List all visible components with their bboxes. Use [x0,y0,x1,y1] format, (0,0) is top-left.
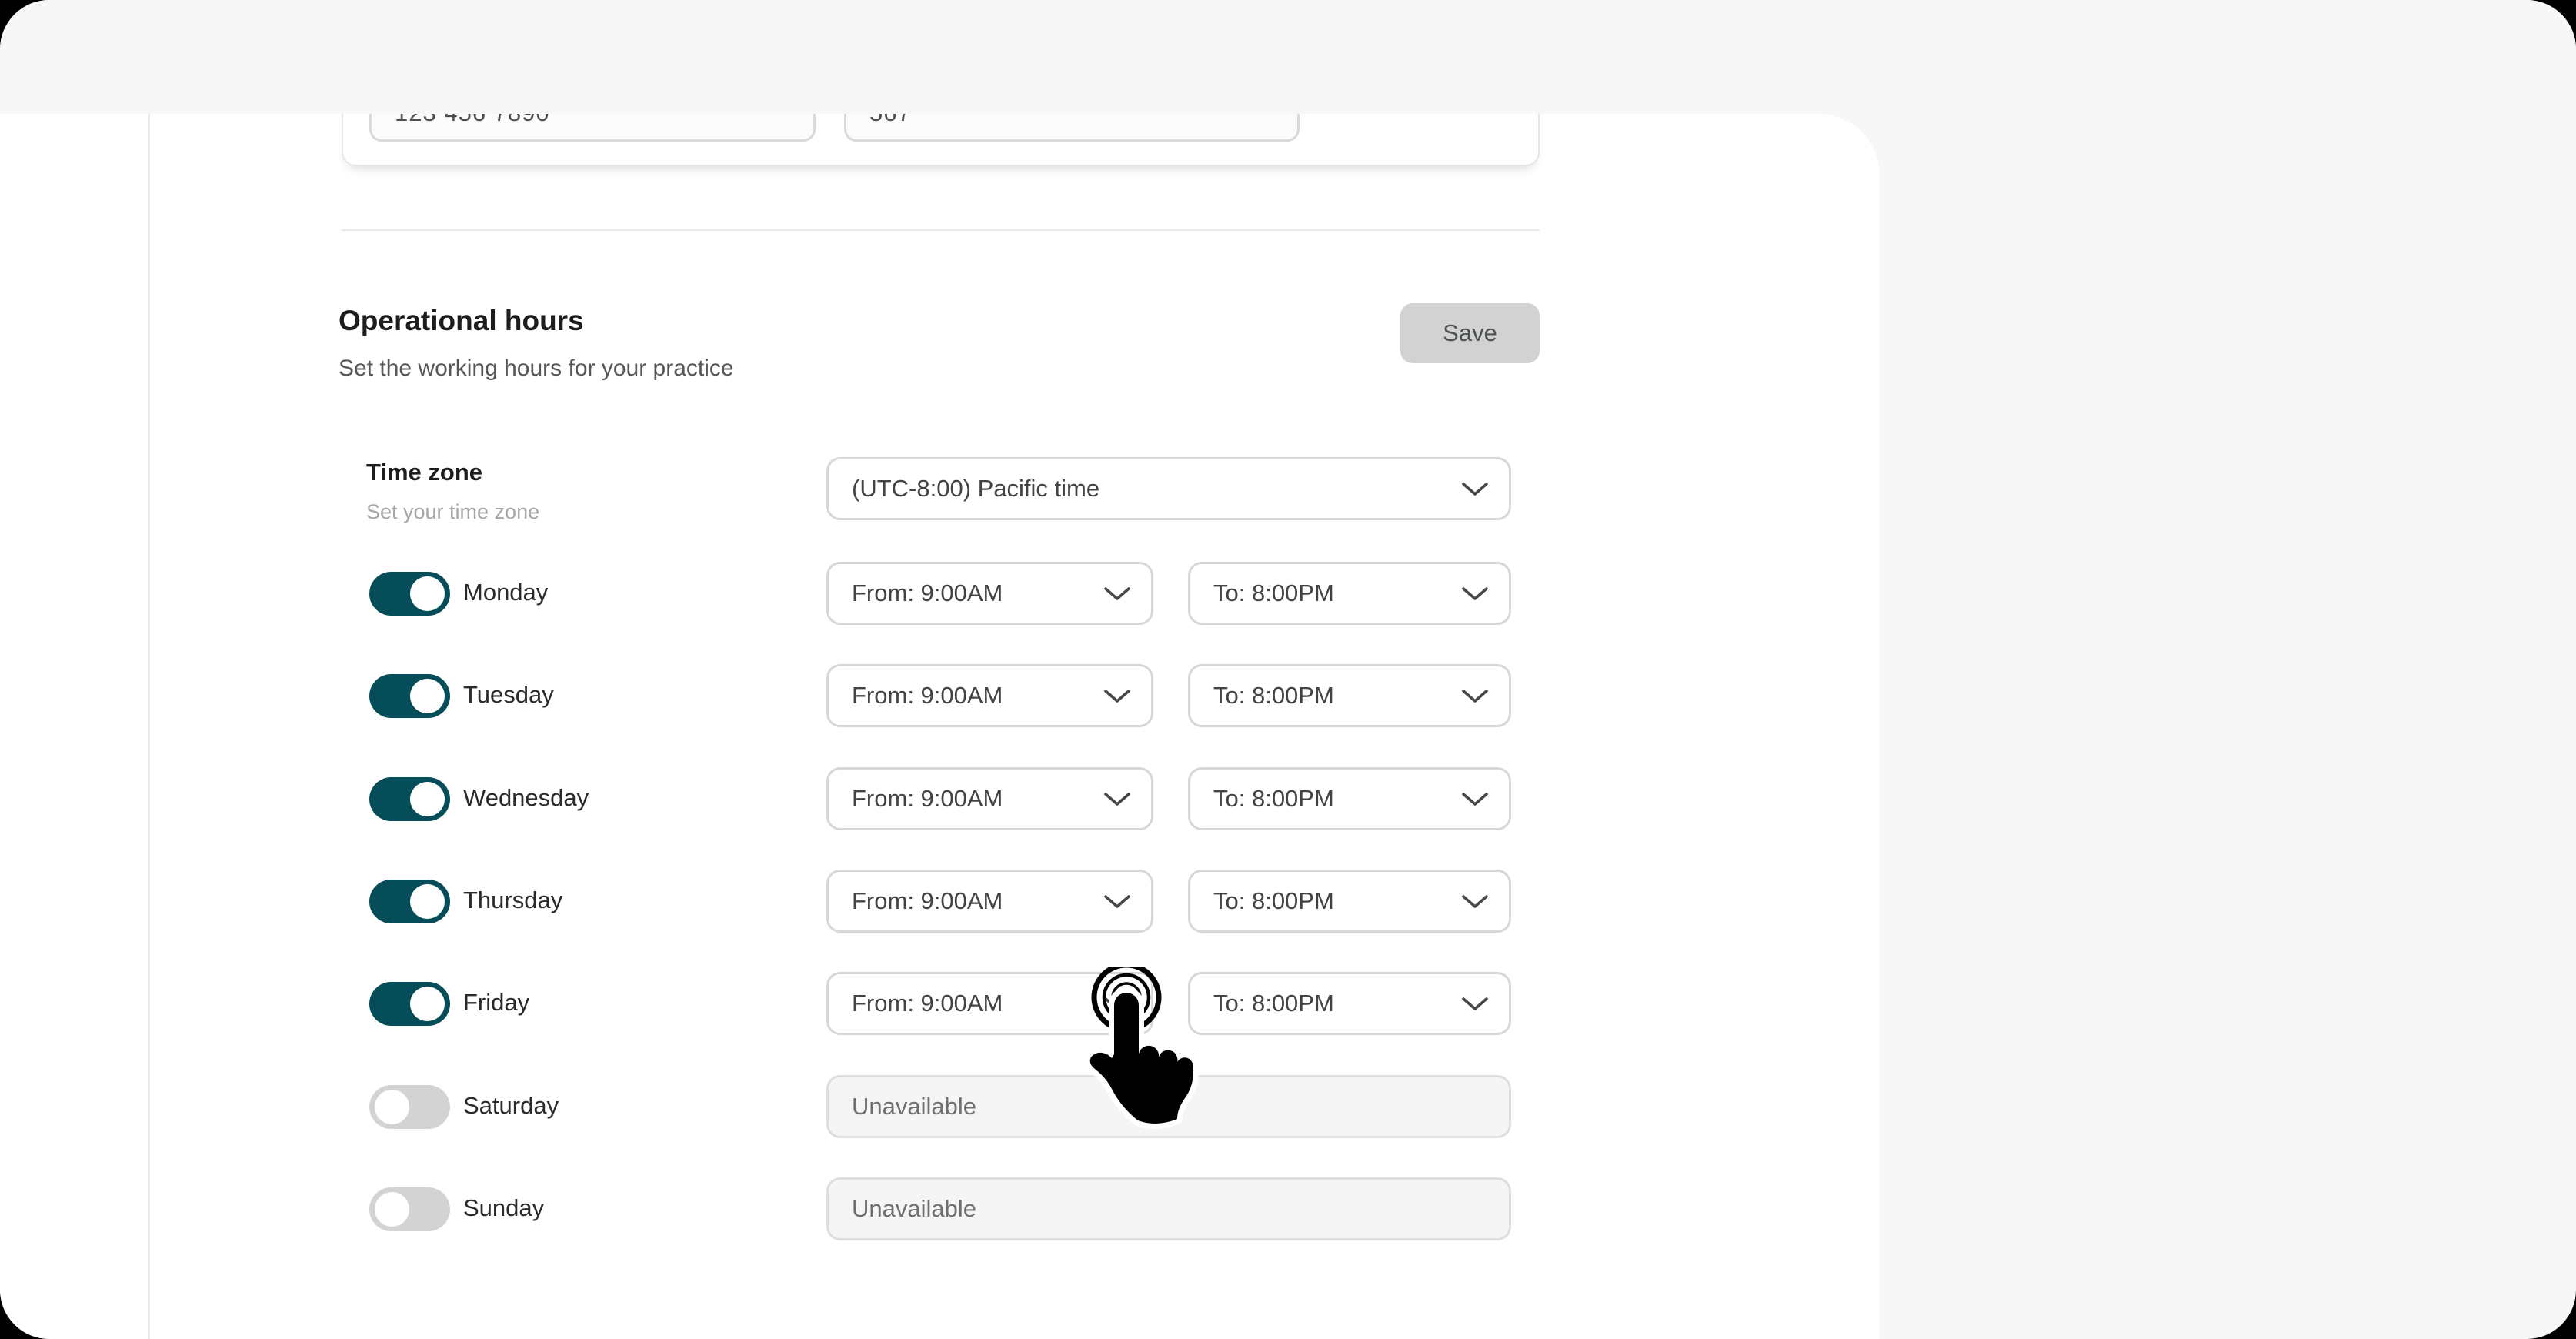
top-bar [0,0,2576,114]
chevron-down-icon [1461,791,1489,806]
to-select-wednesday[interactable]: To: 8:00PM [1188,767,1511,830]
day-label-sunday: Sunday [463,1194,544,1222]
to-value: To: 8:00PM [1213,887,1334,915]
unavailable-field-saturday: Unavailable [826,1075,1511,1138]
timezone-value: (UTC-8:00) Pacific time [852,475,1099,503]
day-label-friday: Friday [463,989,529,1017]
unavailable-field-sunday: Unavailable [826,1177,1511,1240]
to-value: To: 8:00PM [1213,682,1334,710]
sidebar-divider [148,114,150,1339]
chevron-down-icon [1461,893,1489,909]
from-value: From: 9:00AM [852,682,1003,710]
unavailable-value: Unavailable [852,1195,976,1223]
chevron-down-icon [1103,893,1131,909]
to-select-thursday[interactable]: To: 8:00PM [1188,870,1511,933]
to-select-friday[interactable]: To: 8:00PM [1188,972,1511,1035]
to-value: To: 8:00PM [1213,579,1334,607]
day-label-monday: Monday [463,579,548,606]
from-select-wednesday[interactable]: From: 9:00AM [826,767,1153,830]
from-select-friday[interactable]: From: 9:00AM [826,972,1153,1035]
page-subtitle: Set the working hours for your practice [339,356,734,382]
save-button[interactable]: Save [1400,303,1540,363]
toggle-friday[interactable] [369,982,450,1026]
toggle-knob [410,884,445,919]
chevron-down-icon [1103,586,1131,601]
stage: 123 456 7890 567 Operational hours Set t… [0,0,2576,1339]
day-label-tuesday: Tuesday [463,681,554,709]
app-window: 123 456 7890 567 Operational hours Set t… [0,0,2576,1339]
from-value: From: 9:00AM [852,785,1003,813]
timezone-select[interactable]: (UTC-8:00) Pacific time [826,457,1511,520]
to-value: To: 8:00PM [1213,990,1334,1017]
from-value: From: 9:00AM [852,579,1003,607]
day-label-thursday: Thursday [463,887,562,914]
toggle-knob [410,782,445,816]
chevron-down-icon [1103,688,1131,703]
toggle-knob [410,679,445,713]
toggle-knob [410,576,445,611]
day-label-saturday: Saturday [463,1092,559,1120]
toggle-monday[interactable] [369,572,450,616]
from-select-thursday[interactable]: From: 9:00AM [826,870,1153,933]
from-select-tuesday[interactable]: From: 9:00AM [826,664,1153,727]
to-value: To: 8:00PM [1213,785,1334,813]
day-label-wednesday: Wednesday [463,784,589,812]
toggle-wednesday[interactable] [369,777,450,821]
from-value: From: 9:00AM [852,887,1003,915]
page-title: Operational hours [339,305,584,337]
toggle-knob [375,1090,409,1124]
toggle-thursday[interactable] [369,880,450,923]
from-value: From: 9:00AM [852,990,1003,1017]
toggle-saturday[interactable] [369,1085,450,1129]
to-select-tuesday[interactable]: To: 8:00PM [1188,664,1511,727]
chevron-down-icon [1103,996,1131,1011]
chevron-down-icon [1461,688,1489,703]
chevron-down-icon [1461,586,1489,601]
unavailable-value: Unavailable [852,1093,976,1120]
toggle-knob [410,987,445,1021]
section-divider [342,229,1540,231]
chevron-down-icon [1461,996,1489,1011]
to-select-monday[interactable]: To: 8:00PM [1188,562,1511,625]
toggle-knob [375,1192,409,1227]
chevron-down-icon [1461,481,1489,496]
toggle-sunday[interactable] [369,1187,450,1231]
toggle-tuesday[interactable] [369,674,450,718]
from-select-monday[interactable]: From: 9:00AM [826,562,1153,625]
timezone-label: Time zone [366,459,482,486]
chevron-down-icon [1103,791,1131,806]
timezone-sublabel: Set your time zone [366,500,539,524]
